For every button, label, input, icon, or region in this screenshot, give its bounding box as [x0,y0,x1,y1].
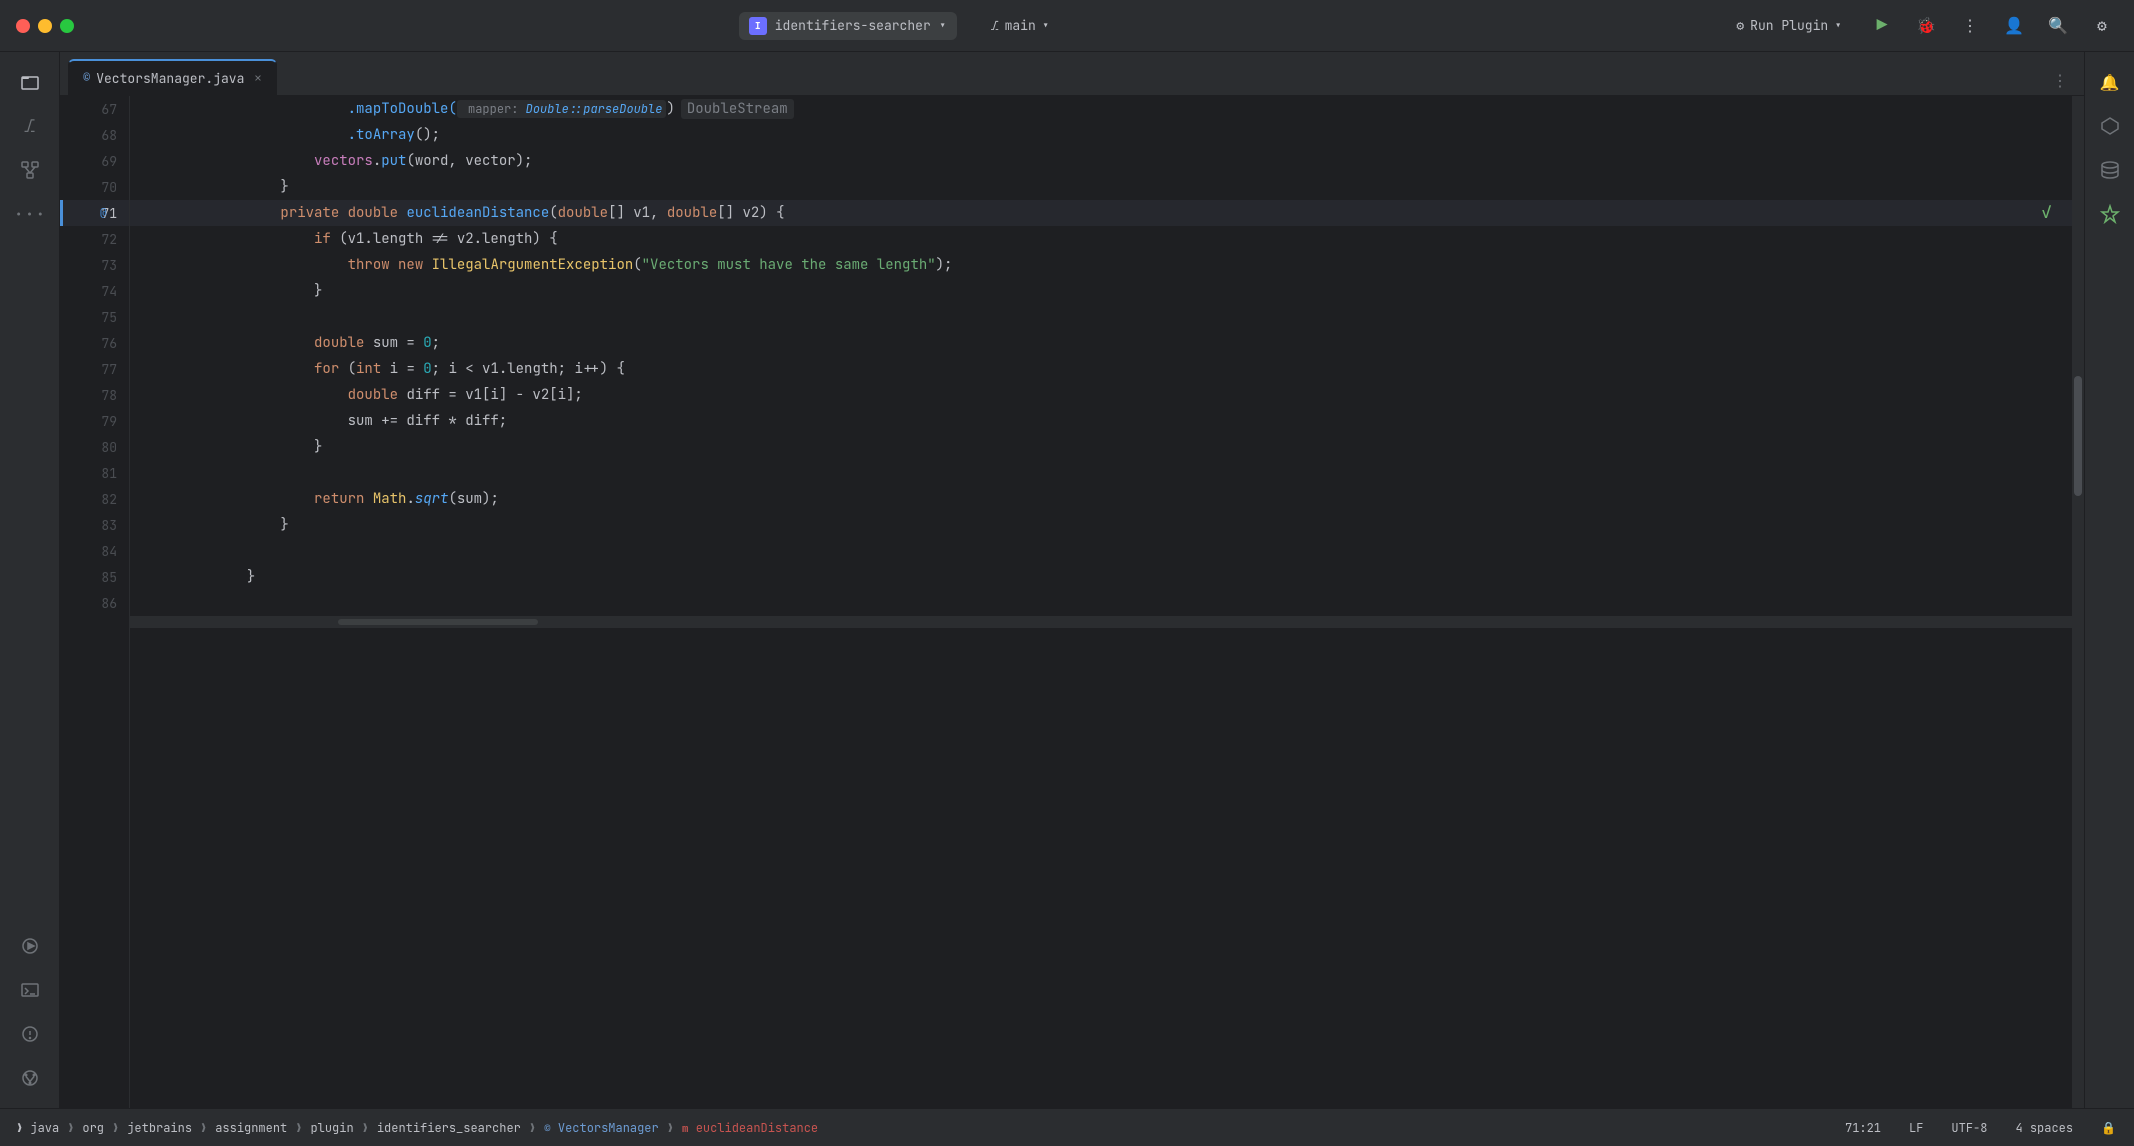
indentation[interactable]: 4 spaces [2009,1118,2079,1138]
project-dropdown-icon: ▾ [939,17,947,34]
line-70: 70 [60,174,129,200]
more-options-button[interactable]: ⋮ [1954,10,1986,42]
breadcrumb-euclidean-distance[interactable]: m euclideanDistance [678,1118,822,1138]
branch-selector[interactable]: ⎇ main ▾ [981,12,1060,39]
breadcrumb-assignment[interactable]: assignment [211,1118,291,1138]
line-76: 76 [60,330,129,356]
line-83: 83 [60,512,129,538]
search-icon[interactable]: 🔍 [2042,10,2074,42]
line-75: 75 [60,304,129,330]
line-74: 74 [60,278,129,304]
status-right: 71:21 LF UTF-8 4 spaces 🔒 [1839,1118,2122,1138]
title-bar-center: I identifiers-searcher ▾ ⎇ main ▾ [86,12,1712,40]
breadcrumb-java[interactable]: ❯ java [12,1118,63,1138]
line-85: 85 [60,564,129,590]
tab-label: VectorsManager.java [96,70,244,87]
maximize-button[interactable] [60,19,74,33]
main-layout: ⎇ ··· © VectorsManager.java ✕ ⋮ [0,52,2134,1108]
code-line-86 [130,590,2072,616]
sidebar-icon-structure[interactable] [10,150,50,190]
line-79: 79 [60,408,129,434]
scrollbar-track[interactable] [2072,96,2084,1108]
debug-button[interactable]: 🐞 [1910,10,1942,42]
code-line-85: } [130,564,2072,590]
line-ending[interactable]: LF [1903,1118,1929,1138]
ai-assistant-icon[interactable] [2092,196,2128,232]
line-77: 77 [60,356,129,382]
code-line-82: return Math.sqrt(sum); [130,486,2072,512]
run-plugin-icon: ⚙ [1736,17,1744,34]
plugin-icon[interactable] [2092,108,2128,144]
tab-file-icon: © [83,70,90,86]
line-68: 68 [60,122,129,148]
line-78: 78 [60,382,129,408]
breadcrumb-plugin[interactable]: plugin [306,1118,357,1138]
line-82: 82 [60,486,129,512]
line-67: 67 [60,96,129,122]
left-sidebar: ⎇ ··· [0,52,60,1108]
breadcrumb: ❯ java ❯ org ❯ jetbrains ❯ assignment ❯ … [12,1118,1835,1138]
breadcrumb-identifiers-searcher[interactable]: identifiers_searcher [373,1118,525,1138]
branch-name: main [1005,17,1036,34]
breadcrumb-jetbrains[interactable]: jetbrains [123,1118,196,1138]
cursor-position[interactable]: 71:21 [1839,1118,1887,1138]
tab-bar: © VectorsManager.java ✕ ⋮ [60,52,2084,96]
sidebar-icon-git[interactable]: ⎇ [10,106,50,146]
settings-icon[interactable]: ⚙ [2086,10,2118,42]
sidebar-icon-terminal[interactable] [10,970,50,1010]
line-69: 69 [60,148,129,174]
line-number-gutter: 67 68 69 70 @ 71 72 73 74 75 76 77 78 79… [60,96,130,1108]
scrollbar-thumb[interactable] [2074,376,2082,496]
sidebar-icon-git-history[interactable] [10,1058,50,1098]
tab-vectors-manager[interactable]: © VectorsManager.java ✕ [68,59,277,95]
sidebar-icon-run[interactable] [10,926,50,966]
play-button[interactable]: ▶ [1866,10,1898,42]
code-editor: 67 68 69 70 @ 71 72 73 74 75 76 77 78 79… [60,96,2084,1108]
check-mark-icon: ✓ [2041,200,2052,226]
run-plugin-button[interactable]: ⚙ Run Plugin ▾ [1724,12,1854,39]
run-plugin-dropdown-icon: ▾ [1834,17,1842,34]
line-72: 72 [60,226,129,252]
breadcrumb-vectors-manager[interactable]: © VectorsManager [540,1118,663,1138]
close-button[interactable] [16,19,30,33]
class-icon: © [544,1122,551,1136]
encoding[interactable]: UTF-8 [1945,1118,1993,1138]
minimize-button[interactable] [38,19,52,33]
line-73: 73 [60,252,129,278]
code-line-79: sum += diff * diff; [130,408,2072,434]
sidebar-icon-problems[interactable] [10,1014,50,1054]
git-branch-icon: ⎇ [991,17,999,34]
line-84: 84 [60,538,129,564]
lock-icon[interactable]: 🔒 [2095,1118,2122,1138]
line-81: 81 [60,460,129,486]
line-80: 80 [60,434,129,460]
sidebar-icon-folder[interactable] [10,62,50,102]
project-icon: I [749,17,767,35]
line-71: @ 71 [60,200,129,226]
code-line-69: vectors.put(word, vector); [130,148,2072,174]
sidebar-icon-more[interactable]: ··· [10,194,50,234]
run-plugin-label: Run Plugin [1750,17,1828,34]
notification-icon[interactable]: 🔔 [2092,64,2128,100]
project-name: identifiers-searcher [775,17,931,34]
title-bar: I identifiers-searcher ▾ ⎇ main ▾ ⚙ Run … [0,0,2134,52]
code-line-84 [130,538,2072,564]
user-icon[interactable]: 👤 [1998,10,2030,42]
title-bar-right: ⚙ Run Plugin ▾ ▶ 🐞 ⋮ 👤 🔍 ⚙ [1724,10,2118,42]
tab-more-button[interactable]: ⋮ [2044,66,2076,95]
database-icon[interactable] [2092,152,2128,188]
branch-dropdown-icon: ▾ [1042,17,1050,34]
status-bar: ❯ java ❯ org ❯ jetbrains ❯ assignment ❯ … [0,1108,2134,1146]
right-panel: 🔔 [2084,52,2134,1108]
project-selector[interactable]: I identifiers-searcher ▾ [739,12,957,40]
method-icon: m [682,1122,689,1136]
code-line-71: ✓ private double euclideanDistance(doubl… [130,200,2072,226]
line-86: 86 [60,590,129,616]
code-line-73: throw new IllegalArgumentException("Vect… [130,252,2072,278]
tab-close-button[interactable]: ✕ [254,70,261,86]
code-content[interactable]: .mapToDouble( mapper: Double::parseDoubl… [130,96,2072,1108]
editor-area: © VectorsManager.java ✕ ⋮ 67 68 69 70 @ … [60,52,2084,1108]
traffic-lights [16,19,74,33]
breadcrumb-org[interactable]: org [78,1118,108,1138]
